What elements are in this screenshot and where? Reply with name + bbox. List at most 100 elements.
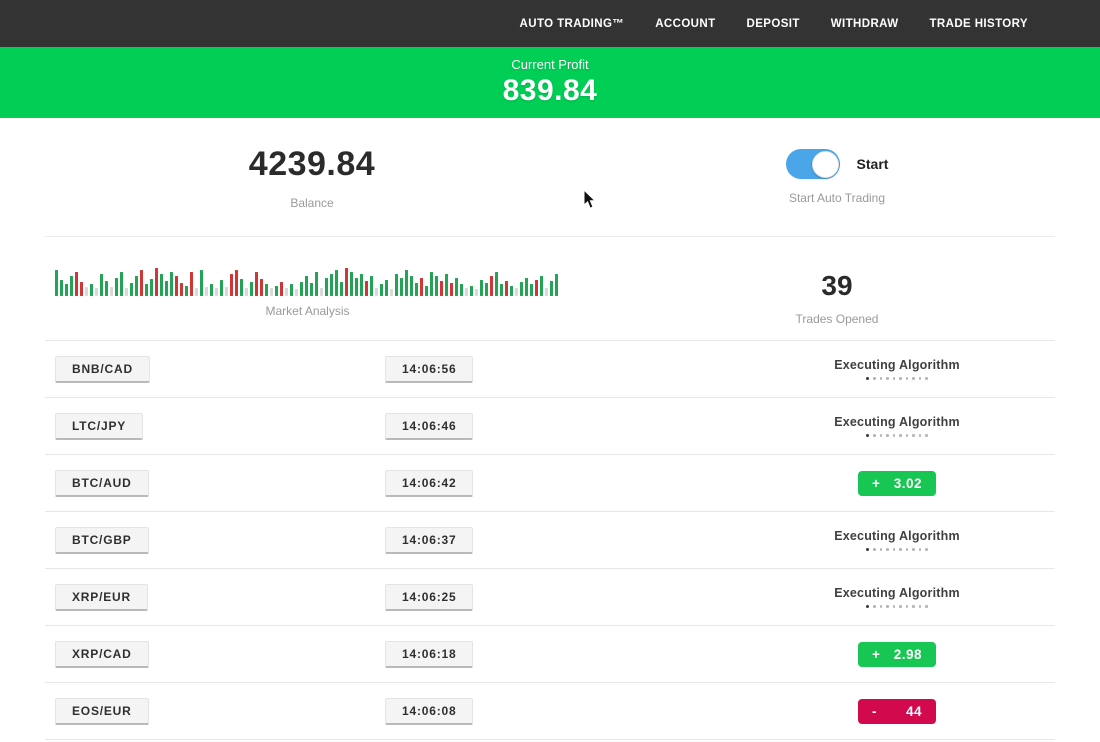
trade-time-chip[interactable]: 14:06:18: [385, 641, 473, 668]
progress-dot: [873, 605, 876, 608]
chart-bar: [475, 289, 478, 296]
progress-dot: [919, 605, 922, 608]
chart-bar: [125, 288, 128, 296]
progress-dot: [873, 548, 876, 551]
chart-bar: [455, 278, 458, 296]
market-analysis-chart: [55, 262, 579, 296]
chart-bar: [120, 272, 123, 296]
result-badge: + 2.98: [858, 642, 936, 667]
pair-chip[interactable]: BNB/CAD: [55, 356, 150, 383]
chart-bar: [275, 286, 278, 296]
chart-bar: [230, 274, 233, 296]
trade-time-chip[interactable]: 14:06:56: [385, 356, 473, 383]
chart-bar: [260, 279, 263, 296]
chart-bar: [385, 280, 388, 296]
progress-dots: [866, 548, 928, 552]
market-analysis-label: Market Analysis: [55, 304, 560, 318]
market-analysis-block: Market Analysis: [45, 237, 579, 340]
result-value: 3.02: [894, 476, 922, 491]
auto-trading-toggle[interactable]: [786, 149, 840, 179]
market-section: Market Analysis 39 Trades Opened: [45, 237, 1055, 341]
chart-bar: [95, 288, 98, 296]
pair-chip[interactable]: BTC/GBP: [55, 527, 149, 554]
progress-dot: [880, 434, 883, 437]
progress-dots: [866, 377, 928, 381]
balance-label: Balance: [290, 196, 333, 210]
chart-bar: [190, 272, 193, 296]
chart-bar: [180, 283, 183, 296]
chart-bar: [360, 274, 363, 296]
chart-bar: [375, 288, 378, 296]
progress-dot: [886, 605, 889, 608]
nav-withdraw[interactable]: WITHDRAW: [831, 18, 899, 30]
pair-chip[interactable]: XRP/CAD: [55, 641, 149, 668]
chart-bar: [435, 276, 438, 296]
chart-bar: [350, 272, 353, 296]
progress-dot: [912, 605, 915, 608]
chart-bar: [220, 280, 223, 296]
chart-bar: [420, 278, 423, 296]
nav-auto-trading[interactable]: AUTO TRADING™: [520, 18, 625, 30]
progress-dot: [919, 548, 922, 551]
progress-dot: [906, 548, 909, 551]
result-sign: +: [872, 647, 880, 662]
progress-dot: [880, 377, 883, 380]
chart-bar: [255, 272, 258, 296]
progress-dot: [886, 548, 889, 551]
chart-bar: [465, 288, 468, 296]
progress-dot: [893, 434, 896, 437]
trade-time-chip[interactable]: 14:06:25: [385, 584, 473, 611]
chart-bar: [270, 288, 273, 296]
balance-block: 4239.84 Balance: [45, 145, 579, 210]
chart-bar: [55, 270, 58, 296]
chart-bar: [530, 284, 533, 296]
progress-dot: [912, 377, 915, 380]
balance-value: 4239.84: [249, 145, 375, 184]
nav-account[interactable]: ACCOUNT: [655, 18, 715, 30]
trade-time-chip[interactable]: 14:06:46: [385, 413, 473, 440]
progress-dot: [893, 377, 896, 380]
chart-bar: [215, 288, 218, 296]
chart-bar: [300, 282, 303, 296]
progress-dot: [925, 605, 928, 608]
pair-chip[interactable]: XRP/EUR: [55, 584, 148, 611]
chart-bar: [510, 286, 513, 296]
chart-bar: [340, 282, 343, 296]
chart-bar: [535, 280, 538, 296]
trades-opened-block: 39 Trades Opened: [599, 237, 1075, 340]
progress-dot: [886, 377, 889, 380]
executing-status: Executing Algorithm: [834, 586, 960, 609]
progress-dot: [925, 548, 928, 551]
chart-bar: [485, 283, 488, 296]
top-nav: AUTO TRADING™ ACCOUNT DEPOSIT WITHDRAW T…: [0, 0, 1100, 47]
chart-bar: [145, 284, 148, 296]
progress-dot: [912, 434, 915, 437]
nav-trade-history[interactable]: TRADE HISTORY: [930, 18, 1029, 30]
chart-bar: [150, 279, 153, 296]
chart-bar: [160, 274, 163, 296]
chart-bar: [490, 276, 493, 296]
chart-bar: [520, 282, 523, 296]
trade-time-chip[interactable]: 14:06:08: [385, 698, 473, 725]
chart-bar: [130, 283, 133, 296]
balance-section: 4239.84 Balance Start Start Auto Trading: [45, 118, 1055, 237]
trade-time-chip[interactable]: 14:06:37: [385, 527, 473, 554]
chart-bar: [320, 288, 323, 296]
chart-bar: [200, 270, 203, 296]
chart-bar: [290, 284, 293, 296]
trade-time-chip[interactable]: 14:06:42: [385, 470, 473, 497]
trade-row: BNB/CAD 14:06:56 Executing Algorithm: [45, 341, 1055, 398]
chart-bar: [365, 281, 368, 296]
executing-status: Executing Algorithm: [834, 415, 960, 438]
chart-bar: [85, 287, 88, 296]
pair-chip[interactable]: BTC/AUD: [55, 470, 149, 497]
nav-deposit[interactable]: DEPOSIT: [747, 18, 800, 30]
chart-bar: [170, 272, 173, 296]
chart-bar: [305, 276, 308, 296]
chart-bar: [380, 284, 383, 296]
chart-bar: [140, 270, 143, 296]
result-value: 2.98: [894, 647, 922, 662]
pair-chip[interactable]: EOS/EUR: [55, 698, 149, 725]
pair-chip[interactable]: LTC/JPY: [55, 413, 143, 440]
chart-bar: [185, 286, 188, 296]
